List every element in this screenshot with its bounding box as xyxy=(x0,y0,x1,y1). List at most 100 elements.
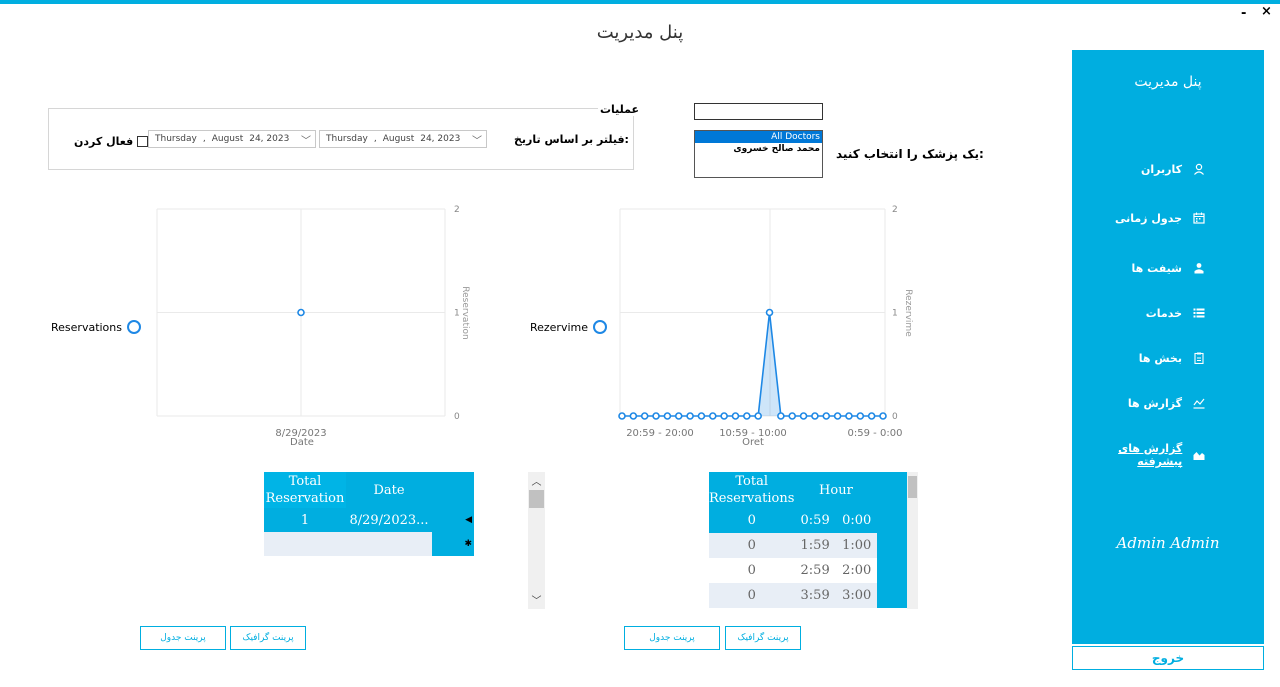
line-chart-icon xyxy=(1192,396,1206,410)
legend[interactable]: Rezervime xyxy=(530,320,607,334)
scroll-up-icon[interactable]: ︿ xyxy=(528,473,545,488)
table-row[interactable]: 0 1:59 1:00 xyxy=(709,533,907,558)
table-cell: 1 xyxy=(300,512,310,528)
vertical-scrollbar[interactable]: ︿ ﹀ xyxy=(528,472,545,609)
data-point xyxy=(640,412,649,420)
user-icon xyxy=(1192,162,1206,176)
data-point xyxy=(686,412,694,420)
data-point xyxy=(652,412,660,420)
x-tick-label: 0:59 - 0:00 xyxy=(848,428,903,439)
legend-label: Rezervime xyxy=(530,321,588,334)
page-title: پنل مدیریت xyxy=(596,22,684,43)
legend-label: Reservations xyxy=(51,321,122,334)
doctor-option[interactable]: All Doctors xyxy=(695,131,822,143)
sidebar-item-label: خدمات xyxy=(1145,306,1182,320)
data-point xyxy=(743,412,751,420)
row-header xyxy=(877,583,907,608)
table-right-scrollbar[interactable] xyxy=(907,472,918,609)
date-month: August xyxy=(211,134,244,144)
reservations-by-hour-chart: 012 20:59 - 20:00 10:59 - 10:00 0:59 - 0:0… xyxy=(530,205,913,448)
legend-marker xyxy=(593,320,607,334)
reservations-table-left: Total Reservation Date 1 8/29/2023... ◀ … xyxy=(264,472,474,556)
column-header[interactable]: Hour xyxy=(794,472,878,508)
sidebar-item-label: کاربران xyxy=(1141,162,1182,176)
x-axis-label: Oret xyxy=(742,437,764,448)
data-point xyxy=(754,412,762,420)
data-point xyxy=(845,412,853,420)
sidebar-item-schedule[interactable]: جدول زمانی xyxy=(1115,211,1206,225)
table-cell: 1:59 1:00 xyxy=(800,538,872,553)
area-chart-icon xyxy=(1192,448,1206,462)
enable-filter-checkbox[interactable]: فعال کردن xyxy=(74,135,149,148)
data-point xyxy=(297,308,305,317)
data-point xyxy=(822,412,831,420)
column-header[interactable]: Total Reservations xyxy=(709,472,795,508)
data-point xyxy=(618,412,626,420)
data-point xyxy=(765,308,774,317)
table-cell: 0 xyxy=(747,538,756,553)
checkbox-box[interactable] xyxy=(137,136,149,147)
table-cell xyxy=(264,532,346,556)
doctor-icon xyxy=(1192,261,1206,275)
date-day: Thursday xyxy=(326,134,368,144)
x-tick-label: 20:59 - 20:00 xyxy=(626,428,694,439)
table-cell: 0:59 0:00 xyxy=(800,513,872,528)
table-row[interactable]: 0 0:59 0:00 xyxy=(709,508,907,533)
column-header[interactable]: Date xyxy=(346,472,432,508)
sidebar-title: پنل مدیریت xyxy=(1134,74,1202,90)
legend[interactable]: Reservations xyxy=(51,320,141,334)
data-point xyxy=(833,412,842,420)
row-header-corner xyxy=(432,472,474,508)
print-chart-button-left[interactable]: پرینت گرافیک xyxy=(230,626,306,650)
sidebar-item-departments[interactable]: بخش ها xyxy=(1139,351,1206,365)
user-name: Admin Admin xyxy=(1116,534,1220,552)
y-tick-label: 1 xyxy=(454,309,460,319)
date-sep: , xyxy=(373,134,377,144)
date-picker-to[interactable]: Thursday , August 24, 2023 ﹀ xyxy=(148,130,316,148)
table-cell: 2:59 2:00 xyxy=(800,563,872,578)
sidebar-item-advanced-reports[interactable]: گزارش های پیشرفته xyxy=(1072,442,1206,468)
sidebar-item-label: گزارش ها xyxy=(1127,396,1182,410)
sidebar-item-label: گزارش های پیشرفته xyxy=(1118,442,1183,468)
table-cell: 3:59 3:00 xyxy=(800,588,872,603)
close-button[interactable]: × xyxy=(1261,4,1272,19)
sidebar-item-label: بخش ها xyxy=(1138,351,1182,365)
y-axis-label: Rezervime xyxy=(903,289,913,337)
table-cell xyxy=(346,532,432,556)
logout-button[interactable]: خروج xyxy=(1072,646,1264,670)
scroll-thumb[interactable] xyxy=(908,476,917,498)
data-point xyxy=(811,412,819,420)
minimize-button[interactable]: - xyxy=(1241,6,1246,21)
sidebar: پنل مدیریت کاربران جدول زمانی شیفت ها خد… xyxy=(1072,50,1264,644)
print-chart-button-right[interactable]: پرینت گرافیک xyxy=(725,626,801,650)
table-cell: 0 xyxy=(747,513,756,528)
table-row[interactable]: 0 3:59 3:00 xyxy=(709,583,907,608)
table-row[interactable]: 0 2:59 2:00 xyxy=(709,558,907,583)
data-point xyxy=(879,412,887,420)
table-row-new[interactable]: ✱ xyxy=(264,532,474,556)
y-tick-label: 1 xyxy=(892,309,898,319)
date-picker-from[interactable]: Thursday , August 24, 2023 ﹀ xyxy=(319,130,487,148)
column-header[interactable]: Total Reservation xyxy=(264,472,346,508)
sidebar-item-services[interactable]: خدمات xyxy=(1146,306,1206,320)
sidebar-item-reports[interactable]: گزارش ها xyxy=(1128,396,1206,410)
data-point xyxy=(629,412,638,420)
y-axis-label: Reservation xyxy=(460,286,470,339)
chevron-down-icon: ﹀ xyxy=(472,136,482,147)
y-tick-label: 0 xyxy=(892,412,898,422)
data-point xyxy=(788,412,797,420)
date-value: 24, 2023 xyxy=(420,134,461,144)
doctor-search-input[interactable] xyxy=(694,103,823,120)
scroll-thumb[interactable] xyxy=(529,490,544,508)
print-table-button-right[interactable]: پرینت جدول xyxy=(624,626,720,650)
doctor-listbox[interactable]: All Doctors محمد صالح خسروی xyxy=(694,130,823,178)
sidebar-item-shifts[interactable]: شیفت ها xyxy=(1132,261,1206,275)
row-header xyxy=(877,533,907,558)
table-row[interactable]: 1 8/29/2023... ◀ xyxy=(264,508,474,532)
enable-filter-label: فعال کردن xyxy=(74,135,134,148)
doctor-option[interactable]: محمد صالح خسروی xyxy=(695,143,822,155)
sidebar-item-users[interactable]: کاربران xyxy=(1141,162,1206,176)
print-table-button-left[interactable]: پرینت جدول xyxy=(140,626,226,650)
scroll-down-icon[interactable]: ﹀ xyxy=(528,592,545,607)
top-accent-bar xyxy=(0,0,1280,4)
